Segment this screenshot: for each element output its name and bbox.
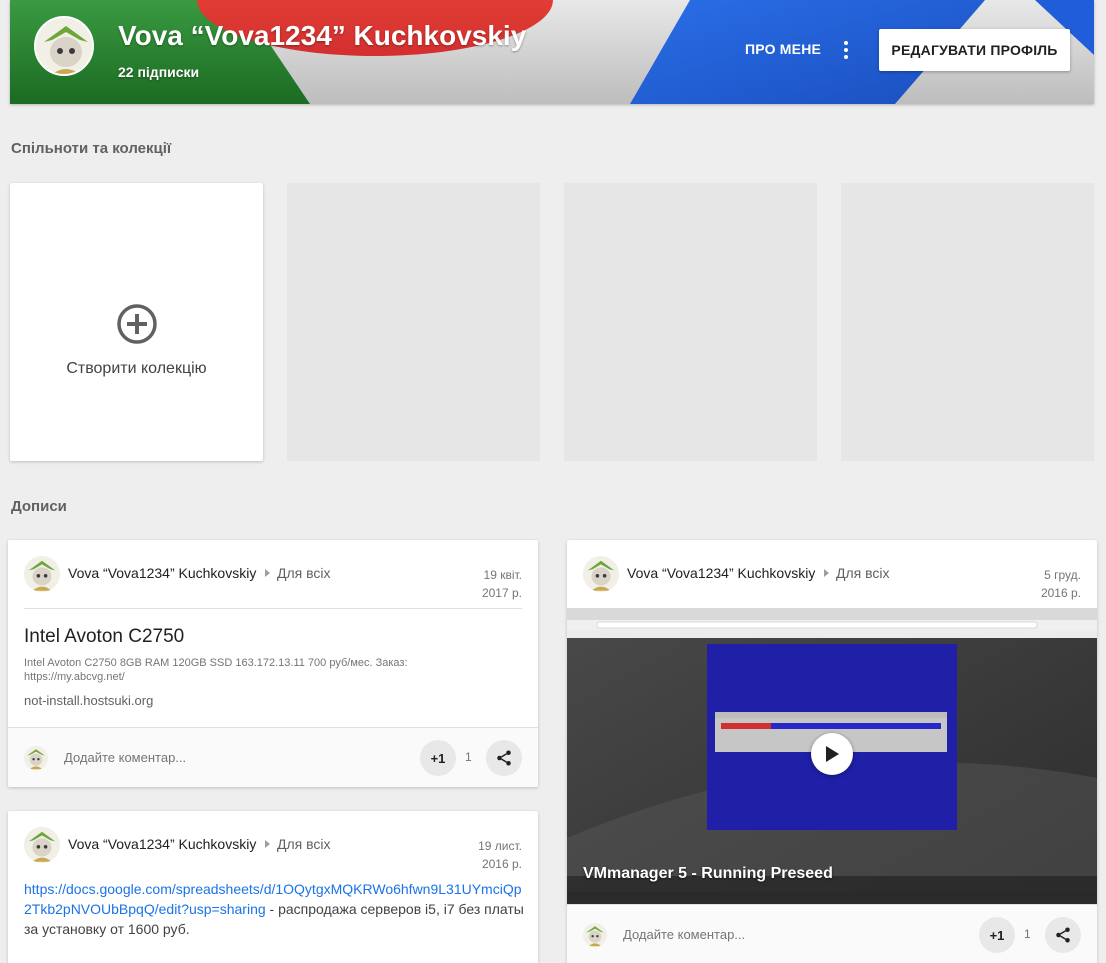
- post-date[interactable]: 19 квіт. 2017 р.: [482, 566, 522, 602]
- post-header: Vova “Vova1234” Kuchkovskiy Для всіх 19 …: [24, 827, 522, 871]
- collection-placeholder: [841, 183, 1094, 461]
- post-author[interactable]: Vova “Vova1234” Kuchkovskiy: [627, 565, 815, 581]
- post-date[interactable]: 5 груд. 2016 р.: [1041, 566, 1081, 602]
- post-text: https://docs.google.com/spreadsheets/d/1…: [24, 879, 524, 939]
- divider: [24, 608, 522, 609]
- post-audience[interactable]: Для всіх: [277, 836, 331, 852]
- post-date-line1: 19 квіт.: [483, 568, 522, 582]
- play-icon[interactable]: [811, 733, 853, 775]
- post-header: Vova “Vova1234” Kuchkovskiy Для всіх 19 …: [24, 556, 522, 600]
- edit-profile-button[interactable]: РЕДАГУВАТИ ПРОФІЛЬ: [879, 29, 1070, 71]
- add-circle-icon: [117, 304, 157, 344]
- post-audience[interactable]: Для всіх: [277, 565, 331, 581]
- post-date-line1: 19 лист.: [478, 839, 522, 853]
- post-author[interactable]: Vova “Vova1234” Kuchkovskiy: [68, 565, 256, 581]
- comment-bar: Додайте коментар... +1 1: [567, 904, 1097, 963]
- avatar[interactable]: [34, 16, 94, 76]
- commenter-avatar: [583, 923, 607, 947]
- video-title: VMmanager 5 - Running Preseed: [583, 865, 833, 882]
- commenter-avatar: [24, 746, 48, 770]
- post-audience[interactable]: Для всіх: [836, 565, 890, 581]
- post-card: Vova “Vova1234” Kuchkovskiy Для всіх 5 г…: [567, 540, 1097, 963]
- share-icon[interactable]: [1045, 917, 1081, 953]
- comment-input[interactable]: Додайте коментар...: [623, 927, 745, 942]
- link-description: Intel Avoton C2750 8GB RAM 120GB SSD 163…: [24, 657, 408, 683]
- create-collection-label: Створити колекцію: [66, 360, 207, 377]
- author-avatar[interactable]: [24, 827, 60, 863]
- more-vert-icon[interactable]: [836, 38, 856, 62]
- plus-one-count: 1: [465, 750, 472, 764]
- post-author[interactable]: Vova “Vova1234” Kuchkovskiy: [68, 836, 256, 852]
- caret-right-icon: [824, 569, 829, 577]
- posts-section-title: Дописи: [11, 498, 67, 515]
- post-card: Vova “Vova1234” Kuchkovskiy Для всіх 19 …: [8, 811, 538, 963]
- plus-one-button[interactable]: +1: [979, 917, 1015, 953]
- caret-right-icon: [265, 569, 270, 577]
- author-avatar[interactable]: [24, 556, 60, 592]
- profile-header: Vova “Vova1234” Kuchkovskiy 22 підписки …: [10, 0, 1094, 104]
- comment-bar: Додайте коментар... +1 1: [8, 727, 538, 787]
- comment-input[interactable]: Додайте коментар...: [64, 750, 186, 765]
- post-date-line2: 2017 р.: [481, 586, 522, 600]
- post-header: Vova “Vova1234” Kuchkovskiy Для всіх 5 г…: [583, 556, 1081, 600]
- author-avatar[interactable]: [583, 556, 619, 592]
- share-icon[interactable]: [486, 740, 522, 776]
- post-date-line2: 2016 р.: [1040, 586, 1081, 600]
- profile-name: Vova “Vova1234” Kuchkovskiy: [118, 20, 527, 51]
- about-me-link[interactable]: ПРО МЕНЕ: [745, 41, 821, 57]
- post-date-line1: 5 груд.: [1044, 568, 1081, 582]
- caret-right-icon: [265, 840, 270, 848]
- post-date-line2: 2016 р.: [481, 857, 522, 871]
- collection-placeholder: [564, 183, 817, 461]
- post-date[interactable]: 19 лист. 2016 р.: [478, 837, 522, 873]
- create-collection-card[interactable]: Створити колекцію: [10, 183, 263, 461]
- subscriptions-count[interactable]: 22 підписки: [118, 64, 199, 80]
- collection-placeholder: [287, 183, 540, 461]
- plus-one-button[interactable]: +1: [420, 740, 456, 776]
- post-card: Vova “Vova1234” Kuchkovskiy Для всіх 19 …: [8, 540, 538, 787]
- link-title[interactable]: Intel Avoton C2750: [24, 626, 184, 648]
- plus-one-count: 1: [1024, 927, 1031, 941]
- video-thumbnail[interactable]: VMmanager 5 - Running Preseed: [567, 608, 1097, 904]
- link-domain[interactable]: not-install.hostsuki.org: [24, 693, 153, 708]
- collections-section-title: Спільноти та колекції: [11, 140, 172, 157]
